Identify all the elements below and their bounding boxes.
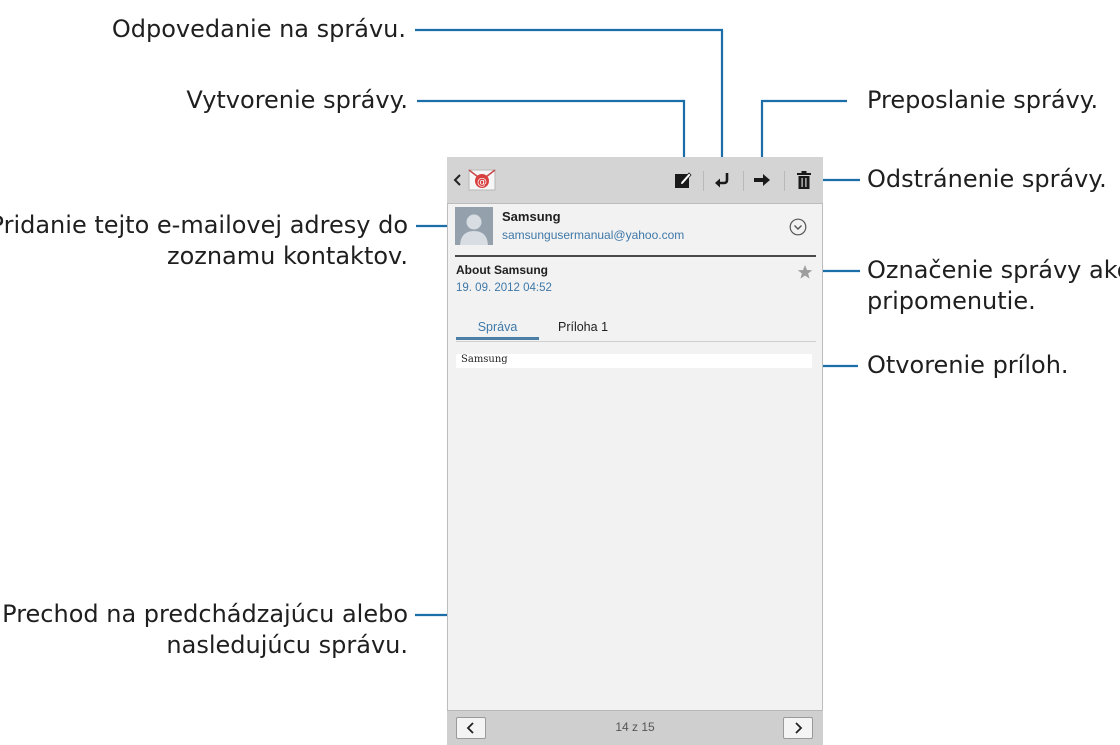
star-icon xyxy=(797,265,813,279)
star-button[interactable] xyxy=(797,264,813,280)
callout-navigate-line2: nasledujúcu správu. xyxy=(166,631,408,659)
chevron-right-icon xyxy=(795,722,803,734)
callout-star-line1: Označenie správy ako xyxy=(867,256,1120,284)
message-date: 19. 09. 2012 04:52 xyxy=(456,282,552,294)
sender-row: Samsung samsungusermanual@yahoo.com xyxy=(455,207,817,257)
reply-button[interactable] xyxy=(707,165,737,195)
compose-button[interactable] xyxy=(669,165,697,195)
trash-icon xyxy=(797,171,811,189)
page-counter: 14 z 15 xyxy=(615,720,655,734)
email-app-icon: @ xyxy=(468,169,496,191)
callout-delete: Odstránenie správy. xyxy=(867,165,1107,193)
delete-button[interactable] xyxy=(789,165,819,195)
person-icon xyxy=(455,207,493,245)
chevron-left-icon xyxy=(453,174,461,186)
callout-star-line2: pripomenutie. xyxy=(867,287,1036,315)
reply-leader-line xyxy=(415,28,724,170)
pager-bar: 14 z 15 xyxy=(447,710,823,745)
forward-button[interactable] xyxy=(747,165,777,195)
expand-details-button[interactable] xyxy=(789,218,807,236)
email-screen: @ Samsung samsungusermanual@yahoo.com Ab… xyxy=(447,157,823,745)
callout-forward: Preposlanie správy. xyxy=(867,86,1099,114)
message-tabs: Správa Príloha 1 xyxy=(456,317,816,342)
chevron-down-circle-icon xyxy=(789,218,807,236)
sender-email: samsungusermanual@yahoo.com xyxy=(502,228,685,242)
toolbar-separator xyxy=(784,171,785,191)
message-body: Samsung xyxy=(456,354,812,368)
message-subject: About Samsung xyxy=(456,263,548,277)
callout-reply: Odpovedanie na správu. xyxy=(111,15,406,43)
toolbar-separator xyxy=(743,171,744,191)
callout-add-contact: Pridanie tejto e-mailovej adresy do zozn… xyxy=(0,210,408,272)
callout-attachments: Otvorenie príloh. xyxy=(867,351,1069,379)
tab-attachment[interactable]: Príloha 1 xyxy=(543,317,623,340)
contact-avatar-button[interactable] xyxy=(455,207,493,245)
email-app-button[interactable]: @ xyxy=(467,165,497,195)
callout-navigate-line1: Prechod na predchádzajúcu alebo xyxy=(2,600,408,628)
message-body-text: Samsung xyxy=(461,354,508,365)
callout-add-contact-line2: zoznamu kontaktov. xyxy=(166,242,408,270)
svg-text:@: @ xyxy=(477,177,487,188)
compose-icon xyxy=(675,172,692,188)
toolbar-separator xyxy=(703,171,704,191)
sender-name: Samsung xyxy=(502,209,561,224)
back-button[interactable] xyxy=(451,165,465,195)
callout-star: Označenie správy ako pripomenutie. xyxy=(867,255,1120,317)
forward-icon xyxy=(754,174,770,186)
callout-add-contact-line1: Pridanie tejto e-mailovej adresy do xyxy=(0,211,408,239)
header-divider xyxy=(455,255,816,257)
reply-icon xyxy=(715,173,729,188)
next-message-button[interactable] xyxy=(783,717,813,739)
callout-navigate: Prechod na predchádzajúcu alebo nasleduj… xyxy=(2,599,408,661)
tab-message[interactable]: Správa xyxy=(456,317,539,340)
callout-compose: Vytvorenie správy. xyxy=(186,86,408,114)
action-bar: @ xyxy=(447,157,823,204)
